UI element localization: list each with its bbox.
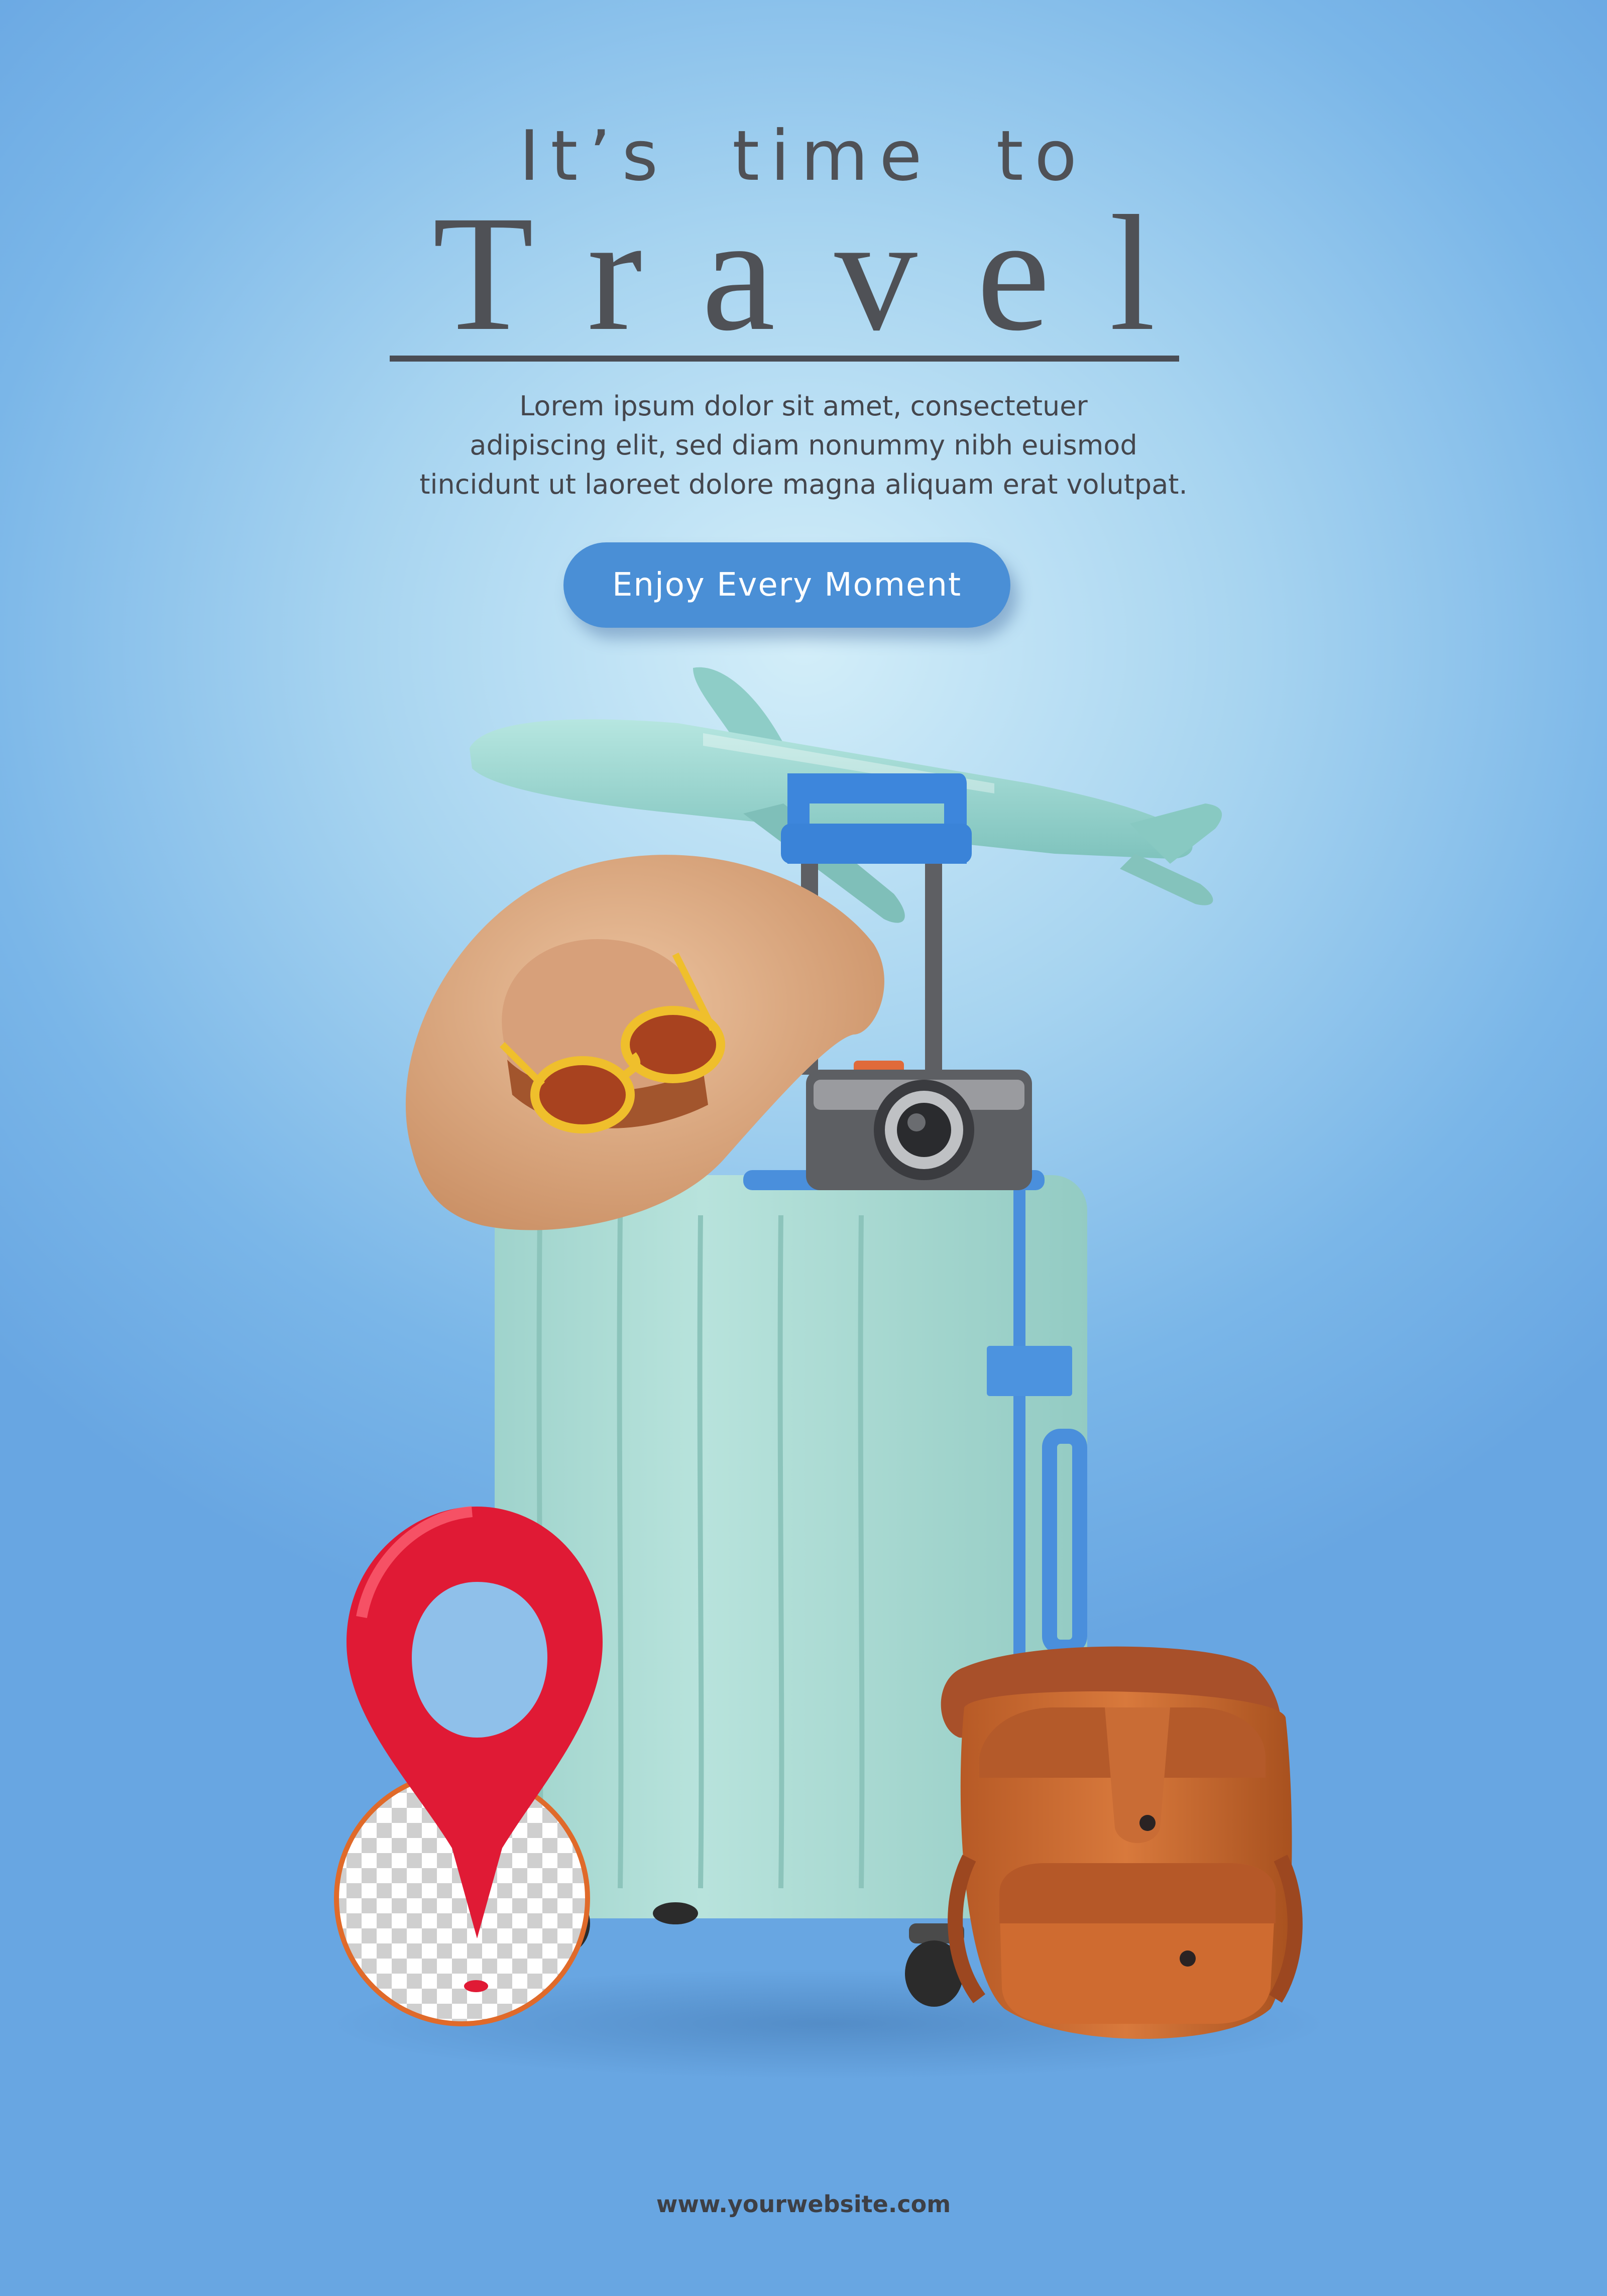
description-line-2: adipiscing elit, sed diam nonummy nibh e… xyxy=(470,429,1137,461)
headline-line-2: Travel xyxy=(432,182,1215,365)
website-url[interactable]: www.yourwebsite.com xyxy=(0,2191,1607,2218)
enjoy-every-moment-button[interactable]: Enjoy Every Moment xyxy=(563,542,1010,628)
title-underline xyxy=(390,356,1179,362)
description-text: Lorem ipsum dolor sit amet, consectetuer… xyxy=(0,387,1607,504)
description-line-3: tincidunt ut laoreet dolore magna aliqua… xyxy=(419,469,1188,500)
travel-poster: It’s time to Travel Lorem ipsum dolor si… xyxy=(0,0,1607,2296)
travel-illustration xyxy=(0,643,1607,2149)
description-line-1: Lorem ipsum dolor sit amet, consectetuer xyxy=(519,390,1088,422)
camera-icon xyxy=(806,1061,1032,1190)
